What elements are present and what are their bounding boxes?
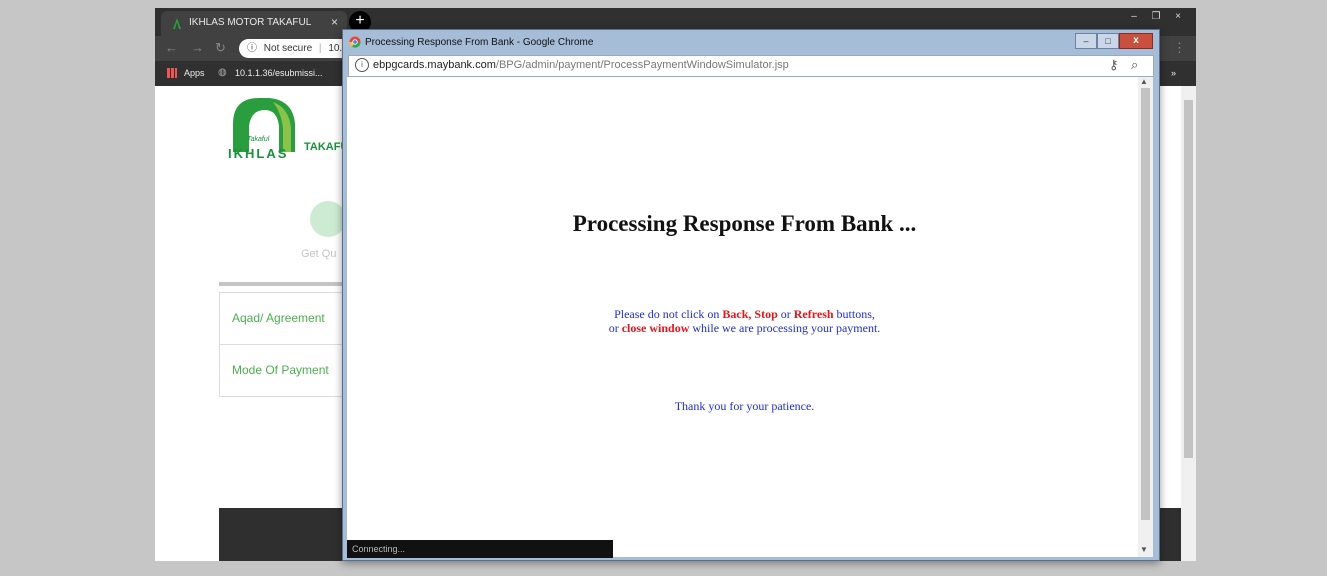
separator: | [318, 43, 322, 54]
zoom-icon[interactable]: ⌕ [1131, 57, 1138, 73]
popup-content: Processing Response From Bank ... Please… [347, 77, 1153, 557]
popup-window: Processing Response From Bank - Google C… [342, 29, 1160, 561]
url-host: ebpgcards.maybank.com [373, 59, 496, 71]
info-icon[interactable]: i [355, 58, 369, 72]
forward-arrow-icon[interactable]: → [191, 40, 204, 55]
status-bar: Connecting... [347, 540, 613, 558]
step-label: Get Qu [301, 248, 337, 260]
globe-icon: ◍ [218, 67, 227, 78]
security-label: Not secure [263, 43, 313, 54]
logo-small-text: Takaful [247, 136, 270, 143]
popup-maximize-button[interactable]: □ [1097, 33, 1119, 49]
window-restore-button[interactable]: ❐ [1145, 10, 1167, 23]
bookmark-apps[interactable]: Apps [184, 68, 205, 78]
browser-tab[interactable]: IKHLAS MOTOR TAKAFUL × [161, 11, 347, 36]
accordion-agreement[interactable]: Aqad/ Agreement [219, 292, 351, 345]
status-text: Connecting... [352, 544, 406, 554]
logo-text: IKHLAS [228, 146, 289, 161]
message-text: or [608, 321, 622, 335]
popup-address-bar[interactable]: i ebpgcards.maybank.com/BPG/admin/paymen… [348, 55, 1154, 77]
reload-icon[interactable]: ↻ [215, 40, 226, 56]
accordion-mode-of-payment[interactable]: Mode Of Payment [219, 344, 351, 397]
warning-line-2: or close window while we are processing … [347, 321, 1142, 336]
address-bar[interactable]: ⓘ Not secure | 10. [239, 39, 359, 58]
tab-close-icon[interactable]: × [331, 15, 338, 29]
url-fragment: 10. [328, 43, 343, 54]
back-keyword: Back [722, 307, 749, 321]
popup-scrollbar-thumb[interactable] [1141, 88, 1150, 520]
window-minimize-button[interactable]: – [1123, 10, 1145, 23]
tab-title: IKHLAS MOTOR TAKAFUL [189, 17, 312, 28]
stop-keyword: Stop [754, 307, 778, 321]
thanks-message: Thank you for your patience. [674, 399, 815, 413]
progress-bar [219, 282, 349, 286]
calculator-step-icon [310, 201, 346, 237]
popup-close-button[interactable]: x [1119, 33, 1153, 49]
ikhlas-logo-icon [233, 98, 295, 152]
bookmarks-overflow-icon[interactable]: » [1171, 68, 1176, 78]
bookmark-item[interactable]: 10.1.1.36/esubmissi... [235, 68, 323, 78]
page-heading: Processing Response From Bank ... [572, 211, 917, 236]
ikhlas-favicon-icon [173, 18, 181, 29]
warning-line-1: Please do not click on Back, Stop or Ref… [347, 307, 1142, 322]
popup-url: ebpgcards.maybank.com/BPG/admin/payment/… [373, 59, 789, 71]
scroll-down-icon[interactable]: ▼ [1140, 545, 1148, 554]
accordion-label: Mode Of Payment [232, 363, 329, 377]
message-text: while we are processing your payment. [689, 321, 881, 335]
accordion-label: Aqad/ Agreement [232, 311, 325, 325]
url-path: /BPG/admin/payment/ProcessPaymentWindowS… [495, 59, 789, 71]
info-icon: ⓘ [247, 43, 257, 54]
chrome-icon [349, 36, 361, 48]
key-icon[interactable]: ⚷ [1109, 57, 1119, 73]
window-close-button[interactable]: × [1167, 10, 1189, 23]
popup-minimize-button[interactable]: – [1075, 33, 1097, 49]
menu-dots-icon[interactable]: ⋮ [1173, 40, 1186, 56]
message-text: Please do not click on [614, 307, 723, 321]
page-scrollbar-thumb[interactable] [1184, 100, 1193, 458]
message-text: buttons, [833, 307, 875, 321]
back-arrow-icon[interactable]: ← [165, 40, 178, 55]
close-window-keyword: close window [621, 321, 690, 335]
scroll-up-icon[interactable]: ▲ [1140, 77, 1148, 86]
or-text: or [777, 307, 794, 321]
apps-grid-icon [167, 68, 177, 78]
refresh-keyword: Refresh [793, 307, 834, 321]
popup-title: Processing Response From Bank - Google C… [365, 37, 594, 48]
